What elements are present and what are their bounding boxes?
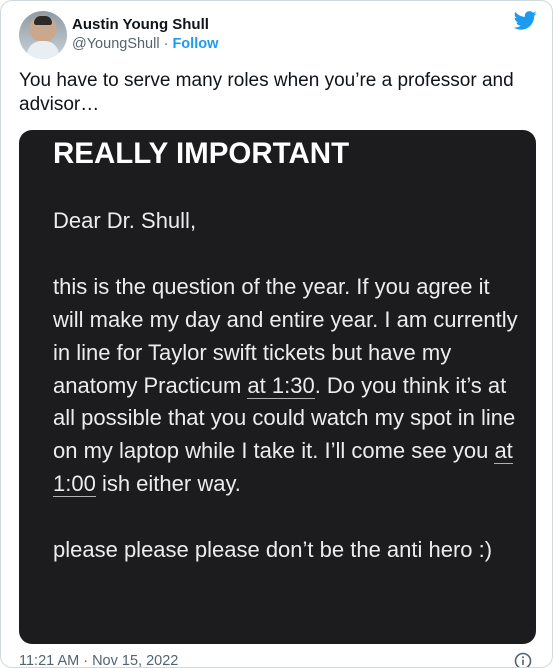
twitter-bird-icon[interactable] xyxy=(514,11,537,30)
message-time-link: at 1:30 xyxy=(247,372,315,399)
message-subject: REALLY IMPORTANT xyxy=(53,137,350,170)
message-closing: please please please don’t be the anti h… xyxy=(53,537,493,563)
separator: · xyxy=(159,36,173,52)
avatar[interactable] xyxy=(19,11,67,59)
message-paragraph-part: ish either way. xyxy=(95,471,241,497)
tweet-text: You have to serve many roles when you’re… xyxy=(19,70,514,115)
tweet-media-image[interactable]: REALLY IMPORTANT Dear Dr. Shull, this is… xyxy=(19,130,536,644)
tweet-timestamp[interactable]: 11:21 AM · Nov 15, 2022 xyxy=(19,653,178,667)
follow-link[interactable]: Follow xyxy=(172,36,218,52)
author-handle[interactable]: @YoungShull xyxy=(72,36,160,52)
message-body: Dear Dr. Shull, this is the question of … xyxy=(53,205,523,567)
tweet-header: Austin Young Shull @YoungShull · Follow xyxy=(19,11,537,59)
author-handle-row: @YoungShull · Follow xyxy=(72,35,218,54)
author-info: Austin Young Shull @YoungShull · Follow xyxy=(72,15,218,54)
message-greeting: Dear Dr. Shull, xyxy=(53,208,197,233)
tweet-card: Austin Young Shull @YoungShull · Follow … xyxy=(0,0,553,668)
author-display-name[interactable]: Austin Young Shull xyxy=(72,15,218,34)
info-icon[interactable] xyxy=(514,652,532,668)
